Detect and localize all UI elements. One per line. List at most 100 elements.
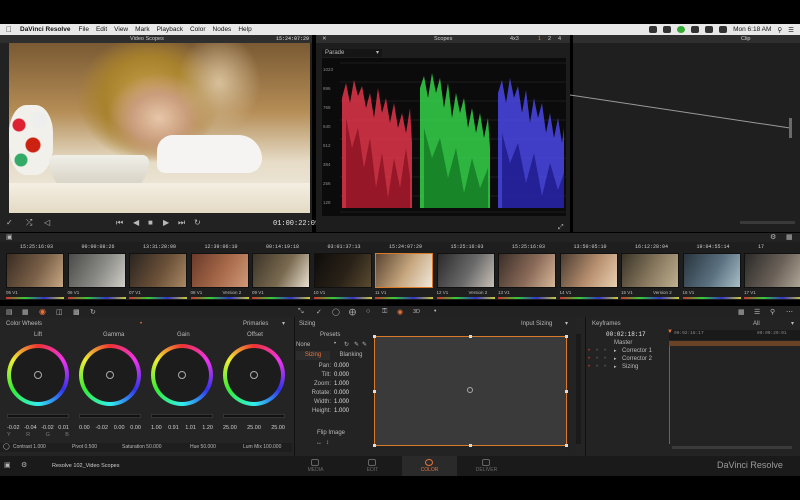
rgb-mixer-icon[interactable]: ◫ (56, 308, 63, 316)
video-frame[interactable] (9, 43, 310, 213)
corner-handle[interactable] (565, 444, 568, 447)
tab-blanking[interactable]: Blanking (332, 351, 370, 360)
clip-thumbnail[interactable] (252, 253, 310, 288)
height-value[interactable]: 1.000 (334, 407, 349, 416)
scope-view-2[interactable]: 2 (548, 35, 551, 43)
clip-thumbnail[interactable] (129, 253, 187, 288)
grid-icon[interactable]: ▦ (738, 308, 745, 316)
battery-icon[interactable] (719, 26, 728, 33)
reset-icon[interactable]: ↻ (90, 308, 96, 316)
page-media[interactable]: MEDIA (288, 456, 343, 476)
rotate-value[interactable]: 0.000 (334, 389, 349, 398)
play-reverse-icon[interactable]: ◀ (133, 218, 139, 227)
tilt-value[interactable]: 0.000 (334, 371, 349, 380)
menu-app-name[interactable]: DaVinci Resolve (20, 26, 70, 33)
clip-thumbnail[interactable] (559, 253, 618, 288)
lift-r[interactable]: -0.04 (24, 425, 37, 431)
gamma-wheel[interactable] (79, 344, 141, 406)
lock-icon[interactable]: • (596, 363, 598, 371)
window-icon[interactable]: ◯ (332, 308, 340, 316)
blur-icon[interactable]: ○ (366, 308, 370, 315)
keyframes-filter[interactable]: All (753, 320, 760, 328)
volume-icon[interactable]: ◁ (44, 218, 50, 227)
clip-thumbnail[interactable] (190, 253, 249, 288)
playhead-icon[interactable]: ▼ (667, 329, 673, 335)
sizing-mode-select[interactable]: Input Sizing (521, 320, 552, 328)
gallery-icon[interactable]: ▣ (6, 233, 13, 241)
edit-icon[interactable]: ✎ (362, 341, 367, 348)
record-icon[interactable]: • (588, 347, 590, 355)
eye-icon[interactable]: • (604, 347, 606, 355)
preset-select[interactable]: None (296, 341, 322, 349)
settings-icon[interactable]: ⚙ (770, 233, 776, 241)
scopes-layout[interactable]: 4x3 (510, 35, 519, 43)
scope-view-4[interactable]: 4 (558, 35, 561, 43)
eye-icon[interactable]: • (604, 363, 606, 371)
flip-horizontal-icon[interactable]: ↔ (316, 440, 322, 446)
tray-icon[interactable] (663, 26, 672, 33)
gamma-g[interactable]: 0.00 (114, 425, 125, 431)
edit-icon[interactable]: ✎ (354, 341, 359, 348)
play-icon[interactable]: ▶ (163, 218, 169, 227)
qualifier-icon[interactable]: ✓ (316, 308, 322, 316)
gamma-r[interactable]: -0.02 (95, 425, 108, 431)
lift-y[interactable]: -0.02 (7, 425, 20, 431)
flip-vertical-icon[interactable]: ↕ (326, 440, 329, 446)
color-match-icon[interactable]: ▦ (22, 308, 29, 316)
sizing-preview[interactable] (373, 335, 568, 447)
gamma-y[interactable]: 0.00 (79, 425, 90, 431)
corner-handle[interactable] (373, 444, 376, 447)
offset-g[interactable]: 25.00 (247, 425, 261, 431)
shuffle-icon[interactable]: ⤮ (26, 218, 32, 228)
menu-edit[interactable]: Edit (96, 26, 107, 33)
gain-g[interactable]: 1.01 (185, 425, 196, 431)
gain-b[interactable]: 1.20 (202, 425, 213, 431)
key-icon[interactable]: ⚿ (382, 308, 387, 316)
chevron-down-icon[interactable]: ▾ (565, 320, 568, 328)
menu-playback[interactable]: Playback (157, 26, 183, 33)
scope-view-1[interactable]: 1 (538, 35, 541, 43)
corner-handle[interactable] (373, 335, 376, 338)
wheel-puck[interactable] (178, 371, 186, 379)
clip-thumbnail[interactable] (67, 253, 126, 288)
curves-icon[interactable]: ⤡ (298, 308, 304, 316)
expand-arrow-icon[interactable]: ▸ (614, 355, 617, 363)
eye-icon[interactable]: • (604, 355, 606, 363)
keyframe-row[interactable]: • • • ▸ Corrector 1 (588, 347, 668, 355)
close-icon[interactable]: ✕ (322, 35, 327, 43)
keyframe-row-master[interactable]: Master (588, 339, 668, 347)
offset-b[interactable]: 25.00 (271, 425, 285, 431)
gain-r[interactable]: 0.91 (168, 425, 179, 431)
project-manager-icon[interactable]: ▣ (4, 461, 11, 469)
clip-thumbnail[interactable] (436, 253, 495, 288)
clip-thumbnail[interactable] (313, 253, 372, 288)
grid-icon[interactable]: ▦ (786, 233, 793, 241)
keyframe-row[interactable]: • • • ▸ Sizing (588, 363, 668, 371)
gain-y[interactable]: 1.00 (151, 425, 162, 431)
record-icon[interactable]: • (588, 363, 590, 371)
gamma-b[interactable]: 0.00 (130, 425, 141, 431)
wheel-puck[interactable] (34, 371, 42, 379)
clip-thumbnail[interactable] (498, 253, 556, 288)
contrast-field[interactable]: Contrast 1.000 (13, 443, 46, 452)
edge-handle[interactable] (373, 390, 376, 393)
keyframe-zoom-slider[interactable] (672, 446, 792, 449)
menu-nodes[interactable]: Nodes (213, 26, 232, 33)
lift-wheel[interactable] (7, 344, 69, 406)
lock-icon[interactable]: • (596, 355, 598, 363)
edge-handle[interactable] (469, 335, 472, 338)
page-edit[interactable]: EDIT (345, 456, 400, 476)
clip-scrollbar[interactable] (740, 221, 795, 224)
menu-file[interactable]: File (78, 26, 88, 33)
page-color[interactable]: COLOR (402, 456, 457, 476)
status-icon[interactable] (677, 26, 686, 33)
go-to-start-icon[interactable]: ⏮ (116, 218, 123, 228)
add-icon[interactable]: • (334, 341, 336, 347)
wheel-puck[interactable] (106, 371, 114, 379)
record-icon[interactable]: • (588, 355, 590, 363)
more-icon[interactable]: • (434, 308, 436, 315)
edge-handle[interactable] (469, 444, 472, 447)
tab-sizing[interactable]: Sizing (296, 351, 330, 360)
clip-thumbnail[interactable] (744, 253, 800, 288)
clip-thumbnail[interactable] (621, 253, 679, 288)
